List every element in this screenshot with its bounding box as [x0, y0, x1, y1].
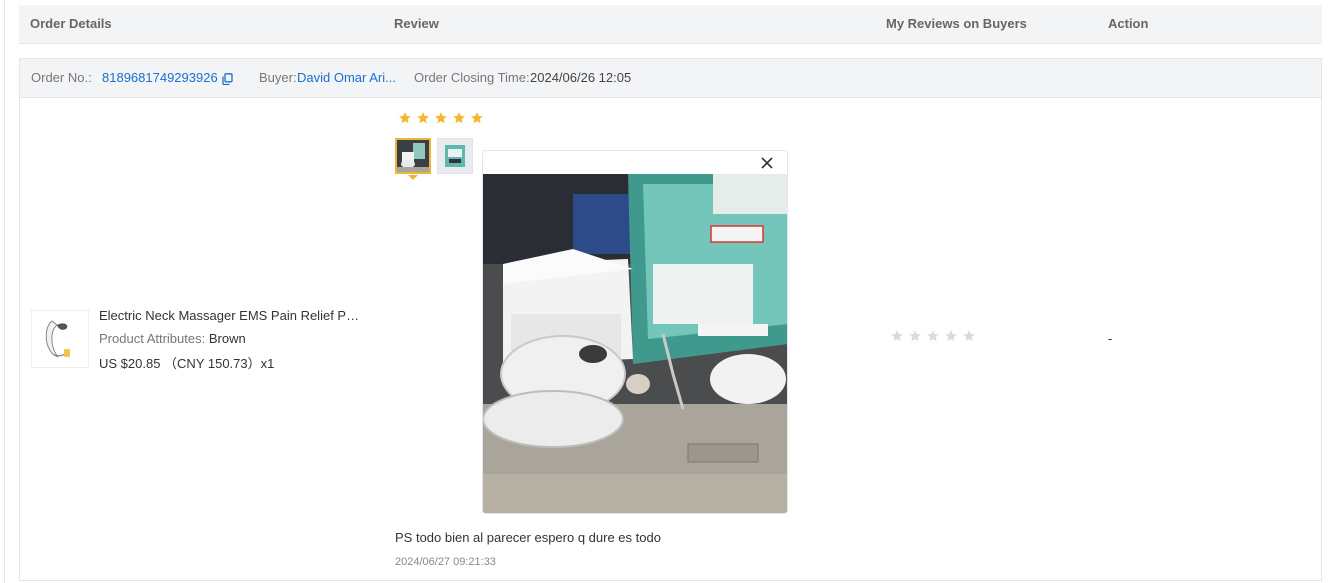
thumbnail-photo-2 — [438, 139, 472, 173]
attributes-label: Product Attributes: — [99, 331, 206, 346]
copy-icon[interactable] — [222, 73, 233, 85]
product-attributes: Product Attributes: Brown — [99, 331, 246, 346]
action-value: - — [1108, 331, 1113, 346]
star-icon — [471, 112, 483, 124]
header-review: Review — [394, 16, 439, 31]
review-photo — [483, 174, 787, 513]
star-icon — [927, 330, 939, 342]
order-review-page: Order Details Review My Reviews on Buyer… — [0, 0, 1337, 583]
review-date: 2024/06/27 09:21:33 — [395, 556, 496, 568]
close-icon[interactable] — [759, 155, 775, 171]
thumbnail-pointer — [408, 175, 418, 180]
review-thumbnail-1[interactable] — [395, 138, 431, 174]
review-rating — [398, 111, 484, 125]
attributes-value: Brown — [208, 331, 246, 346]
image-preview-popup — [482, 150, 788, 514]
star-icon — [891, 330, 903, 342]
review-thumbnail-2[interactable] — [437, 138, 473, 174]
star-icon — [435, 112, 447, 124]
neck-massager-thumbnail — [32, 311, 88, 367]
header-my-reviews: My Reviews on Buyers — [886, 16, 1027, 31]
thumbnail-photo-1 — [397, 140, 429, 172]
star-icon — [945, 330, 957, 342]
star-icon — [453, 112, 465, 124]
order-card: Order No.: 8189681749293926 Buyer: David… — [19, 58, 1322, 581]
review-text: PS todo bien al parecer espero q dure es… — [395, 530, 661, 545]
order-number-label: Order No.: — [31, 70, 92, 85]
star-icon — [399, 112, 411, 124]
product-image[interactable] — [31, 310, 89, 368]
buyer-label: Buyer: — [259, 70, 297, 85]
order-info-bar: Order No.: 8189681749293926 Buyer: David… — [20, 59, 1321, 98]
closing-time-value: 2024/06/26 12:05 — [530, 70, 632, 85]
buyer-link[interactable]: David Omar Ari... — [297, 70, 396, 85]
star-icon — [417, 112, 429, 124]
order-number-link[interactable]: 8189681749293926 — [102, 70, 218, 85]
star-icon — [909, 330, 921, 342]
my-review-rating[interactable] — [890, 329, 976, 343]
product-price: US $20.85 （CNY 150.73）x1 — [99, 356, 275, 371]
star-icon — [963, 330, 975, 342]
header-order-details: Order Details — [30, 16, 112, 31]
product-title[interactable]: Electric Neck Massager EMS Pain Relief P… — [99, 308, 365, 323]
closing-time-label: Order Closing Time: — [414, 70, 530, 85]
table-header: Order Details Review My Reviews on Buyer… — [19, 5, 1322, 44]
header-action: Action — [1108, 16, 1149, 31]
left-border — [4, 0, 5, 583]
